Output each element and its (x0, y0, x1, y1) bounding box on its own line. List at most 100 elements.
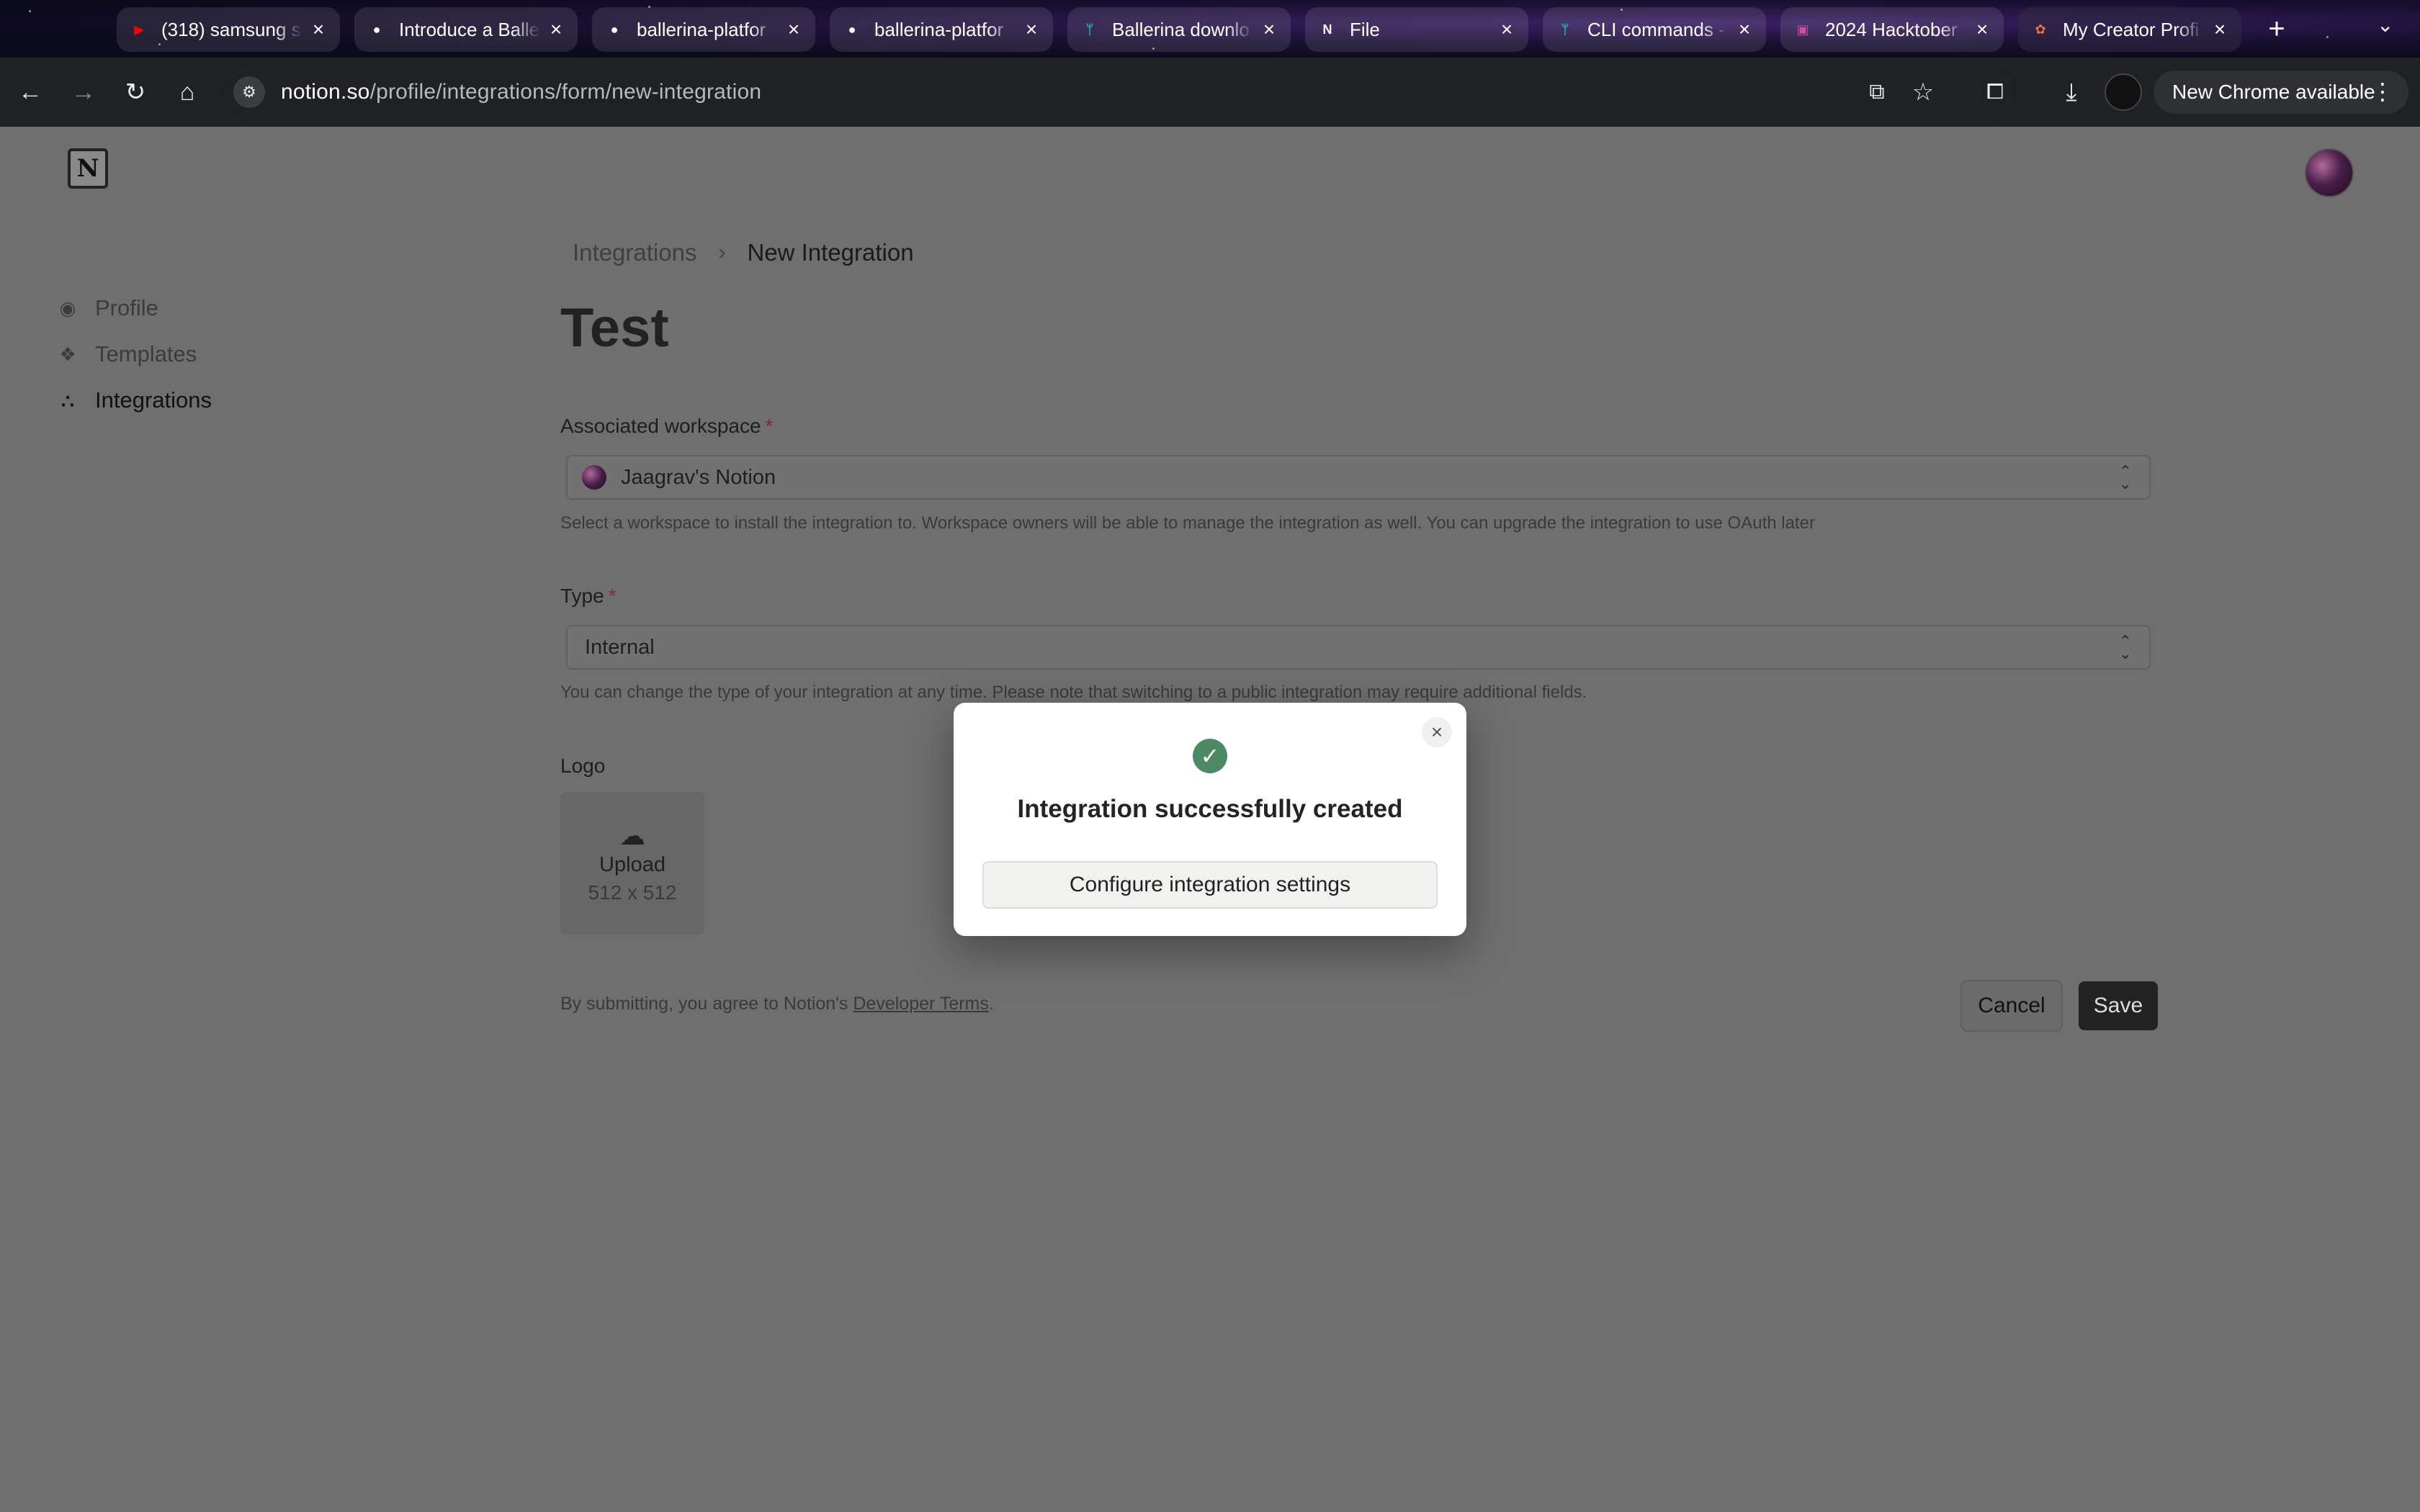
workspace-avatar (582, 465, 606, 490)
sidebar-item-integrations[interactable]: ⛬ Integrations (56, 377, 212, 423)
templates-icon: ❖ (59, 343, 76, 365)
tab-close-icon[interactable]: × (1259, 18, 1279, 41)
breadcrumb: Integrations › New Integration (573, 239, 914, 266)
success-check-icon: ✓ (1193, 739, 1227, 773)
browser-toolbar: ← → ↻ ⌂ ⚙ notion.so/profile/integrations… (0, 58, 2420, 128)
type-select[interactable]: Internal ⌃ ⌄ (566, 625, 2151, 670)
configure-integration-button[interactable]: Configure integration settings (982, 861, 1438, 909)
sidebar-item-profile[interactable]: ◉ Profile (56, 285, 212, 331)
workspace-label: Associated workspace * (560, 415, 773, 438)
browser-tab[interactable]: ● ballerina-platfor × (592, 7, 815, 52)
back-arrow-icon[interactable]: ← (12, 73, 49, 111)
profile-icon: ◉ (59, 297, 76, 319)
github-icon: ● (372, 22, 381, 37)
sidebar-item-templates[interactable]: ❖ Templates (56, 331, 212, 377)
modal-title: Integration successfully created (1017, 795, 1403, 823)
sidebar-item-label: Profile (95, 295, 158, 320)
cloud-upload-icon: ☁ (619, 820, 645, 850)
home-icon[interactable]: ⌂ (169, 73, 206, 111)
terms-suffix: . (988, 994, 994, 1014)
chrome-update-label: New Chrome available (2172, 81, 2375, 103)
required-mark: * (608, 585, 617, 607)
reload-icon[interactable]: ↻ (117, 73, 154, 111)
breadcrumb-integrations-link[interactable]: Integrations (573, 239, 696, 266)
cancel-button[interactable]: Cancel (1962, 981, 2061, 1030)
tab-close-icon[interactable]: × (1497, 18, 1517, 41)
site-settings-icon[interactable]: ⚙ (233, 76, 265, 108)
chrome-update-button[interactable]: New Chrome available ⋮ (2154, 71, 2408, 114)
browser-tab[interactable]: ● Introduce a Balle × (354, 7, 578, 52)
github-icon: ● (848, 22, 856, 37)
sidebar-item-label: Integrations (95, 387, 212, 413)
terms-prefix: By submitting, you agree to Notion's (560, 994, 853, 1014)
notion-logo-icon[interactable]: N (68, 148, 108, 189)
type-select-value: Internal (585, 635, 655, 659)
integrations-icon: ⛬ (60, 389, 75, 410)
tab-title: CLI commands - (1587, 18, 1725, 40)
save-button[interactable]: Save (2079, 981, 2158, 1030)
tab-title: ballerina-platfor (874, 18, 1004, 40)
tab-close-icon[interactable]: × (308, 18, 328, 41)
url-path: /profile/integrations/form/new-integrati… (369, 80, 762, 104)
url-host: notion.so (281, 80, 370, 104)
browser-tab[interactable]: ▶ (318) samsung s × (117, 7, 340, 52)
address-bar[interactable]: ⚙ notion.so/profile/integrations/form/ne… (223, 68, 2017, 117)
close-icon[interactable]: × (1422, 717, 1452, 747)
logo-upload-label: Upload (599, 852, 666, 876)
new-tab-button[interactable]: + (2260, 13, 2293, 46)
youtube-icon: ▶ (134, 22, 144, 37)
profile-avatar-icon[interactable] (2105, 73, 2142, 111)
logo-size-hint: 512 x 512 (588, 881, 677, 904)
tab-title: My Creator Profi (2063, 18, 2200, 40)
workspace-select-value: Jaagrav's Notion (621, 465, 776, 489)
user-avatar[interactable] (2305, 148, 2354, 197)
workspace-label-text: Associated workspace (560, 415, 761, 437)
notion-creator-icon: ✿ (2035, 22, 2046, 37)
tab-title: Introduce a Balle (399, 18, 540, 40)
extensions-icon[interactable]: ⧠ (1976, 73, 2014, 111)
logo-upload-button[interactable]: ☁ Upload 512 x 512 (560, 792, 704, 935)
tab-close-icon[interactable]: × (1972, 18, 1992, 41)
tab-close-icon[interactable]: × (1021, 18, 1041, 41)
browser-tab[interactable]: ▣ 2024 Hacktober × (1780, 7, 2004, 52)
tab-title: File (1350, 18, 1380, 40)
tab-title: 2024 Hacktober (1825, 18, 1958, 40)
select-updown-icon: ⌃ ⌄ (2118, 462, 2132, 492)
forward-arrow-icon[interactable]: → (65, 73, 102, 111)
tab-close-icon[interactable]: × (2210, 18, 2230, 41)
tab-title: (318) samsung s (161, 18, 301, 40)
tab-title: ballerina-platfor (637, 18, 766, 40)
url-text[interactable]: notion.so/profile/integrations/form/new-… (281, 80, 761, 104)
ballerina-icon: ᛘ (1561, 22, 1569, 37)
kebab-menu-icon[interactable]: ⋮ (2371, 78, 2394, 105)
workspace-help-text: Select a workspace to install the integr… (560, 513, 1815, 533)
terms-notice: By submitting, you agree to Notion's Dev… (560, 994, 994, 1014)
tab-close-icon[interactable]: × (784, 18, 804, 41)
notion-icon: N (1322, 22, 1332, 37)
browser-tab[interactable]: N File × (1305, 7, 1528, 52)
browser-tab-strip: ▶ (318) samsung s × ● Introduce a Balle × ● bal… (0, 0, 2420, 58)
select-updown-icon: ⌃ ⌄ (2118, 632, 2132, 662)
browser-tab[interactable]: ✿ My Creator Profi × (2018, 7, 2241, 52)
tab-title: Ballerina downlo (1112, 18, 1250, 40)
breadcrumb-current: New Integration (747, 239, 914, 266)
tab-close-icon[interactable]: × (546, 18, 566, 41)
required-mark: * (765, 415, 774, 437)
browser-tab[interactable]: ᛘ Ballerina downlo × (1067, 7, 1291, 52)
success-modal: × ✓ Integration successfully created Con… (954, 703, 1466, 936)
browser-tab[interactable]: ᛘ CLI commands - × (1543, 7, 1766, 52)
bookmark-star-icon[interactable]: ☆ (1904, 73, 1942, 111)
github-icon: ● (610, 22, 619, 37)
type-help-text: You can change the type of your integrat… (560, 683, 1587, 702)
browser-tab[interactable]: ● ballerina-platfor × (830, 7, 1053, 52)
type-label-text: Type (560, 585, 604, 607)
workspace-select[interactable]: Jaagrav's Notion ⌃ ⌄ (566, 455, 2151, 500)
tab-search-chevron-icon[interactable]: ⌄ (2377, 13, 2393, 37)
hacktoberfest-icon: ▣ (1796, 22, 1809, 37)
sidebar-item-label: Templates (95, 341, 197, 366)
profile-sidebar: ◉ Profile ❖ Templates ⛬ Integrations (56, 285, 212, 423)
open-in-app-icon[interactable]: ⧉ (1858, 73, 1896, 111)
developer-terms-link[interactable]: Developer Terms (853, 994, 989, 1014)
tab-close-icon[interactable]: × (1734, 18, 1754, 41)
download-icon[interactable]: ⤓ (2053, 73, 2090, 111)
